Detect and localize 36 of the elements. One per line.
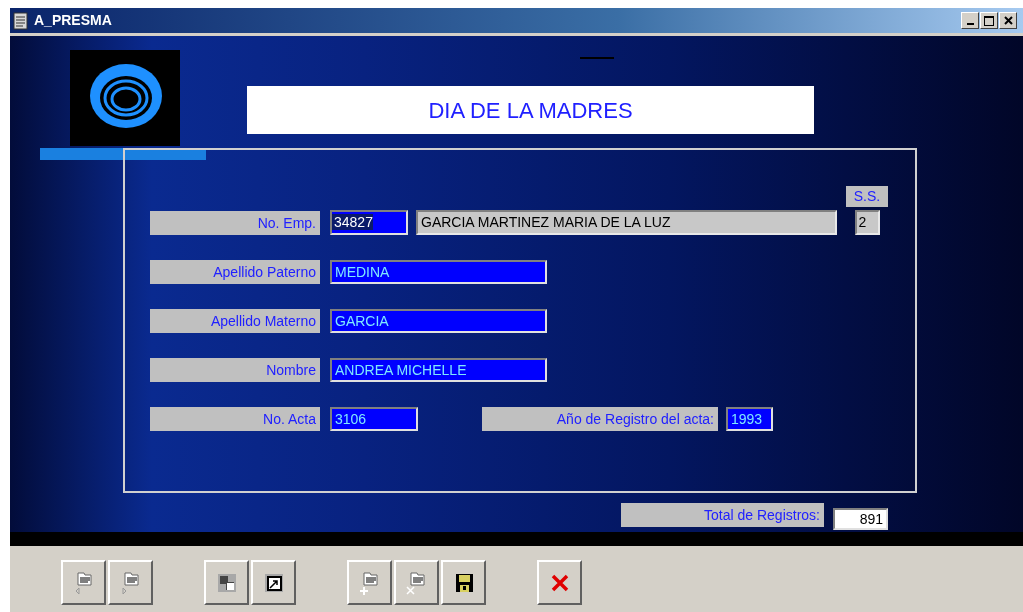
maximize-button[interactable]	[980, 12, 998, 29]
close-icon	[1003, 16, 1013, 25]
close-button[interactable]	[999, 12, 1017, 29]
text-field[interactable]: 1993	[726, 407, 773, 431]
export-button[interactable]	[251, 560, 296, 605]
delete-button[interactable]	[394, 560, 439, 605]
text-field[interactable]: MEDINA	[330, 260, 547, 284]
employee-number-field[interactable]: 34827	[330, 210, 408, 235]
close-button[interactable]	[537, 560, 582, 605]
maximize-icon	[984, 15, 994, 26]
document-icon	[13, 11, 29, 30]
field-label: Año de Registro del acta:	[482, 407, 718, 431]
text-field[interactable]: GARCIA	[330, 309, 547, 333]
field-label: Nombre	[150, 358, 320, 382]
text-field[interactable]: ANDREA MICHELLE	[330, 358, 547, 382]
add-button[interactable]	[347, 560, 392, 605]
previous-button[interactable]	[61, 560, 106, 605]
minimize-button[interactable]	[961, 12, 979, 29]
window-title: A_PRESMA	[34, 11, 112, 30]
total-field: 891	[833, 508, 888, 530]
field-label: No. Emp.	[150, 211, 320, 235]
field-label: Total de Registros:	[621, 503, 824, 527]
ss-field: 2	[854, 210, 880, 235]
field-label: Apellido Materno	[150, 309, 320, 333]
text-field[interactable]: 3106	[330, 407, 418, 431]
field-label: Apellido Paterno	[150, 260, 320, 284]
form-title: DIA DE LA MADRES	[247, 86, 814, 134]
next-button[interactable]	[108, 560, 153, 605]
ss-label: S.S.	[846, 186, 888, 207]
save-button[interactable]	[441, 560, 486, 605]
copy-button[interactable]	[204, 560, 249, 605]
employee-name-field: GARCIA MARTINEZ MARIA DE LA LUZ	[416, 210, 837, 235]
minimize-icon	[966, 22, 974, 25]
field-value: 34827	[332, 214, 373, 230]
field-label: No. Acta	[150, 407, 320, 431]
dash-mark	[580, 57, 614, 59]
